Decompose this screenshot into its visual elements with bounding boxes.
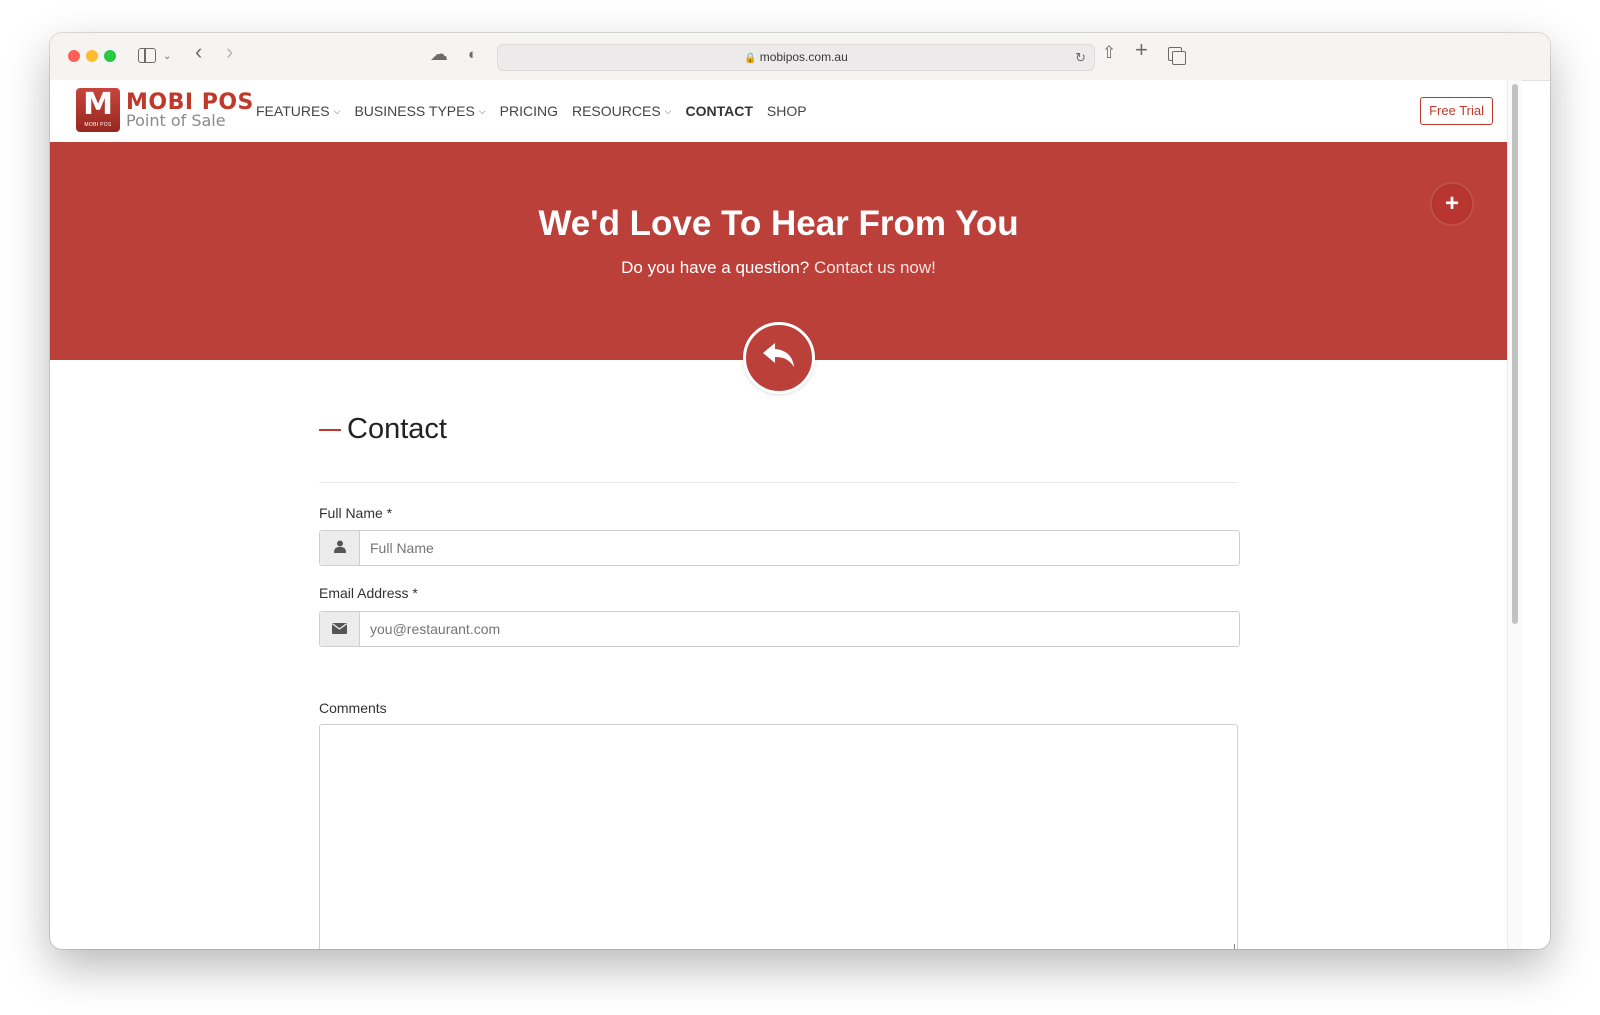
scrollbar-thumb[interactable] [1512, 84, 1518, 624]
icloud-icon[interactable]: ☁ [430, 45, 448, 63]
nav-item-resources[interactable]: RESOURCES ⌵ [572, 103, 672, 119]
back-arrow-icon[interactable]: ‹ [195, 41, 202, 63]
reload-icon[interactable]: ↻ [1075, 45, 1086, 70]
user-icon [320, 531, 360, 565]
new-tab-icon[interactable]: + [1135, 39, 1148, 61]
hero-subtitle-text: Do you have a question? [621, 258, 810, 277]
browser-window: ⌄ ‹ › ☁ ◐ 🔒 mobipos.com.au ↻ ⇧ + M MOBI P… [50, 33, 1550, 949]
nav-item-shop[interactable]: SHOP [767, 103, 807, 119]
nav-item-pricing[interactable]: PRICING [500, 103, 558, 119]
browser-toolbar: ⌄ ‹ › ☁ ◐ 🔒 mobipos.com.au ↻ ⇧ + [50, 33, 1550, 81]
free-trial-button[interactable]: Free Trial [1420, 97, 1493, 125]
full-name-field-group [319, 530, 1240, 566]
contact-us-link[interactable]: Contact us now! [814, 258, 936, 277]
nav-item-contact[interactable]: CONTACT [686, 103, 753, 119]
logo-mark-letter: M [83, 87, 113, 122]
resize-handle-icon[interactable] [1227, 944, 1235, 949]
section-title: Contact [319, 412, 447, 446]
sidebar-toggle-icon[interactable] [138, 48, 156, 63]
hero-title: We'd Love To Hear From You [538, 204, 1019, 243]
main-nav: FEATURES ⌵ BUSINESS TYPES ⌵ PRICING RESOUR… [256, 80, 821, 142]
zoom-window-button[interactable] [104, 50, 116, 62]
lock-icon: 🔒 [744, 53, 757, 64]
email-label: Email Address * [319, 585, 418, 601]
divider [319, 482, 1238, 483]
forward-arrow-icon[interactable]: › [226, 41, 233, 63]
privacy-shield-icon[interactable]: ◐ [468, 47, 477, 63]
comments-textarea[interactable] [319, 724, 1238, 949]
nav-item-features[interactable]: FEATURES ⌵ [256, 103, 340, 119]
reply-arrow-icon [743, 322, 815, 394]
comments-label: Comments [319, 700, 387, 716]
hero-subtitle: Do you have a question? Contact us now! [50, 258, 1507, 278]
envelope-icon [320, 612, 360, 646]
nav-item-label: RESOURCES [571, 103, 661, 119]
chevron-down-icon: ⌵ [333, 105, 341, 116]
chevron-down-icon: ⌵ [664, 105, 672, 116]
logo-tagline: Point of Sale [126, 111, 226, 130]
share-icon[interactable]: ⇧ [1102, 44, 1116, 61]
close-window-button[interactable] [68, 50, 80, 62]
full-name-label: Full Name * [319, 505, 393, 521]
address-url: mobipos.com.au [759, 50, 848, 64]
nav-item-label: BUSINESS TYPES [354, 103, 475, 119]
title-accent-dash [319, 429, 341, 432]
tab-overview-icon[interactable] [1168, 47, 1186, 65]
nav-item-label: FEATURES [256, 103, 330, 119]
address-bar[interactable]: 🔒 mobipos.com.au ↻ [497, 44, 1095, 71]
site-header: M MOBI POS MOBI POS Point of Sale FEATUR… [50, 80, 1507, 142]
plus-icon[interactable]: + [1432, 184, 1472, 224]
logo-mark-caption: MOBI POS [84, 122, 112, 128]
full-name-input[interactable] [370, 531, 1220, 565]
email-field-group [319, 611, 1240, 647]
section-title-text: Contact [347, 413, 447, 445]
nav-item-label: SHOP [766, 103, 807, 119]
page-scrollbar[interactable] [1507, 80, 1522, 949]
minimize-window-button[interactable] [86, 50, 98, 62]
nav-item-label: CONTACT [685, 103, 753, 119]
chevron-down-icon: ⌵ [478, 105, 486, 116]
nav-item-label: PRICING [499, 103, 558, 119]
chevron-down-icon[interactable]: ⌄ [163, 49, 171, 65]
email-input[interactable] [370, 612, 1220, 646]
logo-mark[interactable]: M MOBI POS [76, 88, 120, 132]
nav-item-business-types[interactable]: BUSINESS TYPES ⌵ [354, 103, 485, 119]
